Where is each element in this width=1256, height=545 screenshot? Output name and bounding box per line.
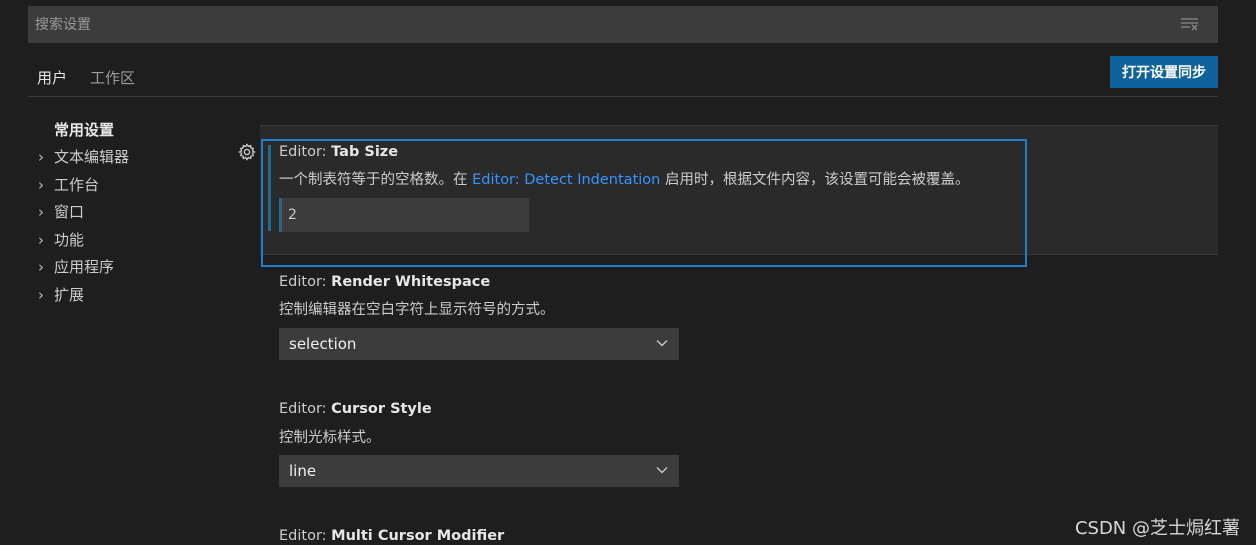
toc-item-window[interactable]: › 窗口 [38, 201, 84, 223]
chevron-right-icon: › [38, 231, 44, 249]
toc-item-extensions[interactable]: › 扩展 [38, 284, 84, 306]
setting-description-cursor-style: 控制光标样式。 [279, 430, 381, 446]
gear-icon[interactable] [237, 142, 257, 162]
setting-description-render-whitespace: 控制编辑器在空白字符上显示符号的方式。 [279, 302, 555, 318]
setting-category: Editor: [279, 144, 332, 160]
setting-name: Cursor Style [331, 401, 432, 417]
search-input[interactable] [28, 6, 1168, 43]
select-value: line [289, 462, 317, 480]
render-whitespace-select[interactable]: selection [279, 328, 679, 360]
chevron-right-icon: › [38, 176, 44, 194]
setting-title-cursor-style: Editor: Cursor Style [279, 401, 432, 417]
toc-item-features[interactable]: › 功能 [38, 229, 84, 251]
tab-user[interactable]: 用户 [37, 67, 68, 97]
cursor-style-select[interactable]: line [279, 455, 679, 487]
chevron-right-icon: › [38, 258, 44, 276]
chevron-right-icon: › [38, 148, 44, 166]
detect-indentation-link[interactable]: Editor: Detect Indentation [472, 172, 660, 188]
search-bar [28, 6, 1218, 43]
toc-item-text-editor[interactable]: › 文本编辑器 [38, 146, 129, 168]
toc-item-workbench[interactable]: › 工作台 [38, 174, 99, 196]
setting-category: Editor: [279, 274, 332, 290]
setting-title-multi-cursor-modifier: Editor: Multi Cursor Modifier [279, 528, 504, 544]
setting-title-render-whitespace: Editor: Render Whitespace [279, 274, 490, 290]
setting-category: Editor: [279, 528, 332, 544]
toc-item-application[interactable]: › 应用程序 [38, 256, 114, 278]
setting-name: Render Whitespace [331, 274, 491, 290]
toc-item-label: 工作台 [54, 176, 100, 194]
toc-item-label: 文本编辑器 [54, 148, 130, 166]
tab-size-input[interactable] [279, 198, 529, 232]
open-settings-sync-button[interactable]: 打开设置同步 [1110, 56, 1218, 88]
toc-item-label: 功能 [54, 231, 85, 249]
description-text: 一个制表符等于的空格数。在 [279, 172, 473, 188]
clear-filter-icon[interactable] [1180, 16, 1200, 32]
watermark: CSDN @芝士焗红薯 [1074, 518, 1240, 539]
tabs-divider [28, 96, 1218, 97]
setting-title-tab-size: Editor: Tab Size [279, 144, 398, 160]
setting-description-tab-size: 一个制表符等于的空格数。在 Editor: Detect Indentation… [279, 168, 969, 189]
tab-workspace[interactable]: 工作区 [90, 67, 135, 96]
toc-item-label: 扩展 [54, 286, 85, 304]
select-value: selection [289, 335, 357, 353]
setting-name: Multi Cursor Modifier [331, 528, 505, 544]
description-text: 启用时，根据文件内容，该设置可能会被覆盖。 [660, 172, 970, 188]
setting-name: Tab Size [331, 144, 399, 160]
chevron-down-icon [656, 467, 668, 474]
modified-indicator [268, 145, 271, 231]
chevron-right-icon: › [38, 203, 44, 221]
setting-category: Editor: [279, 401, 332, 417]
toc-common-settings[interactable]: 常用设置 [54, 119, 114, 140]
chevron-right-icon: › [38, 286, 44, 304]
chevron-down-icon [656, 340, 668, 347]
toc-item-label: 应用程序 [54, 258, 115, 276]
toc-item-label: 窗口 [54, 203, 85, 221]
